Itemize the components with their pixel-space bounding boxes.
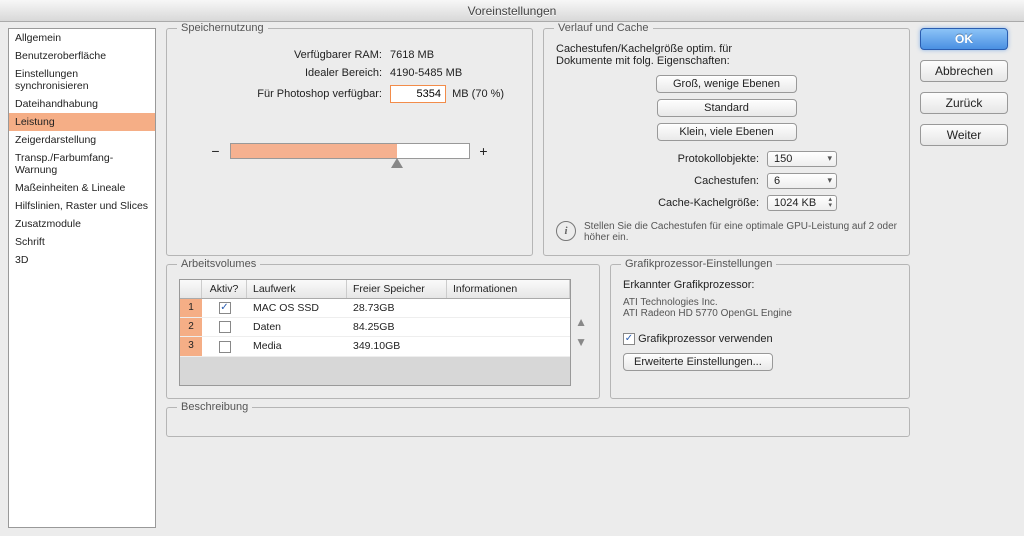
table-row[interactable]: 2 Daten 84.25GB bbox=[180, 318, 570, 337]
advanced-gpu-button[interactable]: Erweiterte Einstellungen... bbox=[623, 353, 773, 371]
slider-plus[interactable]: + bbox=[478, 143, 490, 159]
scratch-disks-group: Arbeitsvolumes Aktiv? Laufwerk Freier Sp… bbox=[166, 264, 600, 399]
next-button[interactable]: Weiter bbox=[920, 124, 1008, 146]
move-down-icon[interactable]: ▼ bbox=[575, 335, 587, 349]
history-states-label: Protokollobjekte: bbox=[678, 153, 759, 165]
table-row[interactable]: 3 Media 349.10GB bbox=[180, 337, 570, 356]
history-legend: Verlauf und Cache bbox=[554, 22, 653, 34]
sidebar-item-3d[interactable]: 3D bbox=[9, 251, 155, 269]
history-subtitle1: Cachestufen/Kachelgröße optim. für bbox=[556, 43, 897, 55]
scratch-legend: Arbeitsvolumes bbox=[177, 258, 260, 270]
description-legend: Beschreibung bbox=[177, 401, 252, 413]
col-info: Informationen bbox=[447, 280, 570, 298]
prev-button[interactable]: Zurück bbox=[920, 92, 1008, 114]
sidebar-item-hilfslinien[interactable]: Hilfslinien, Raster und Slices bbox=[9, 197, 155, 215]
sidebar-item-schrift[interactable]: Schrift bbox=[9, 233, 155, 251]
scratch-table: Aktiv? Laufwerk Freier Speicher Informat… bbox=[179, 279, 571, 386]
memory-slider[interactable] bbox=[230, 143, 470, 159]
col-free: Freier Speicher bbox=[347, 280, 447, 298]
cache-tile-label: Cache-Kachelgröße: bbox=[658, 197, 759, 209]
active-checkbox[interactable] bbox=[219, 321, 231, 333]
use-gpu-checkbox[interactable]: ✓ bbox=[623, 333, 635, 345]
dialog-buttons: OK Abbrechen Zurück Weiter bbox=[920, 28, 1016, 528]
active-checkbox[interactable]: ✓ bbox=[219, 302, 231, 314]
memory-legend: Speichernutzung bbox=[177, 22, 268, 34]
available-ram-label: Verfügbarer RAM: bbox=[294, 49, 382, 61]
slider-thumb-icon[interactable] bbox=[391, 158, 403, 168]
history-states-select[interactable]: 150 bbox=[767, 151, 837, 167]
sidebar-item-dateihandhabung[interactable]: Dateihandhabung bbox=[9, 95, 155, 113]
preset-short-button[interactable]: Klein, viele Ebenen bbox=[657, 123, 797, 141]
sidebar-item-zeiger[interactable]: Zeigerdarstellung bbox=[9, 131, 155, 149]
cache-tile-stepper[interactable]: 1024 KB bbox=[767, 195, 837, 211]
slider-fill bbox=[231, 144, 398, 158]
gpu-device: ATI Radeon HD 5770 OpenGL Engine bbox=[623, 308, 897, 319]
memory-group: Speichernutzung Verfügbarer RAM:7618 MB … bbox=[166, 28, 533, 256]
info-icon: i bbox=[556, 221, 576, 241]
sidebar-item-zusatzmodule[interactable]: Zusatzmodule bbox=[9, 215, 155, 233]
category-sidebar: Allgemein Benutzeroberfläche Einstellung… bbox=[8, 28, 156, 528]
sidebar-item-mass[interactable]: Maßeinheiten & Lineale bbox=[9, 179, 155, 197]
use-gpu-label: Grafikprozessor verwenden bbox=[638, 333, 773, 345]
col-active: Aktiv? bbox=[202, 280, 247, 298]
let-use-input[interactable] bbox=[390, 85, 446, 103]
ok-button[interactable]: OK bbox=[920, 28, 1008, 50]
gpu-group: Grafikprozessor-Einstellungen Erkannter … bbox=[610, 264, 910, 399]
preset-default-button[interactable]: Standard bbox=[657, 99, 797, 117]
sidebar-item-allgemein[interactable]: Allgemein bbox=[9, 29, 155, 47]
ideal-range-value: 4190-5485 MB bbox=[390, 67, 520, 79]
slider-minus[interactable]: − bbox=[210, 143, 222, 159]
history-subtitle2: Dokumente mit folg. Eigenschaften: bbox=[556, 55, 897, 67]
col-drive: Laufwerk bbox=[247, 280, 347, 298]
description-group: Beschreibung bbox=[166, 407, 910, 437]
sidebar-item-transp[interactable]: Transp./Farbumfang-Warnung bbox=[9, 149, 155, 179]
available-ram-value: 7618 MB bbox=[390, 49, 520, 61]
cache-hint-text: Stellen Sie die Cachestufen für eine opt… bbox=[584, 221, 897, 243]
sidebar-item-benutzeroberflaeche[interactable]: Benutzeroberfläche bbox=[9, 47, 155, 65]
table-header: Aktiv? Laufwerk Freier Speicher Informat… bbox=[180, 280, 570, 299]
history-cache-group: Verlauf und Cache Cachestufen/Kachelgröß… bbox=[543, 28, 910, 256]
gpu-legend: Grafikprozessor-Einstellungen bbox=[621, 258, 776, 270]
sidebar-item-leistung[interactable]: Leistung bbox=[9, 113, 155, 131]
cancel-button[interactable]: Abbrechen bbox=[920, 60, 1008, 82]
gpu-vendor: ATI Technologies Inc. bbox=[623, 297, 897, 308]
ideal-range-label: Idealer Bereich: bbox=[305, 67, 382, 79]
preset-tall-button[interactable]: Groß, wenige Ebenen bbox=[656, 75, 797, 93]
sidebar-item-sync[interactable]: Einstellungen synchronisieren bbox=[9, 65, 155, 95]
detected-gpu-label: Erkannter Grafikprozessor: bbox=[623, 279, 897, 291]
active-checkbox[interactable] bbox=[219, 341, 231, 353]
let-use-label: Für Photoshop verfügbar: bbox=[257, 88, 382, 100]
let-use-suffix: MB (70 %) bbox=[452, 88, 504, 100]
table-row[interactable]: 1 ✓ MAC OS SSD 28.73GB bbox=[180, 299, 570, 318]
cache-levels-select[interactable]: 6 bbox=[767, 173, 837, 189]
move-up-icon[interactable]: ▲ bbox=[575, 315, 587, 329]
window-title: Voreinstellungen bbox=[0, 0, 1024, 22]
cache-levels-label: Cachestufen: bbox=[694, 175, 759, 187]
